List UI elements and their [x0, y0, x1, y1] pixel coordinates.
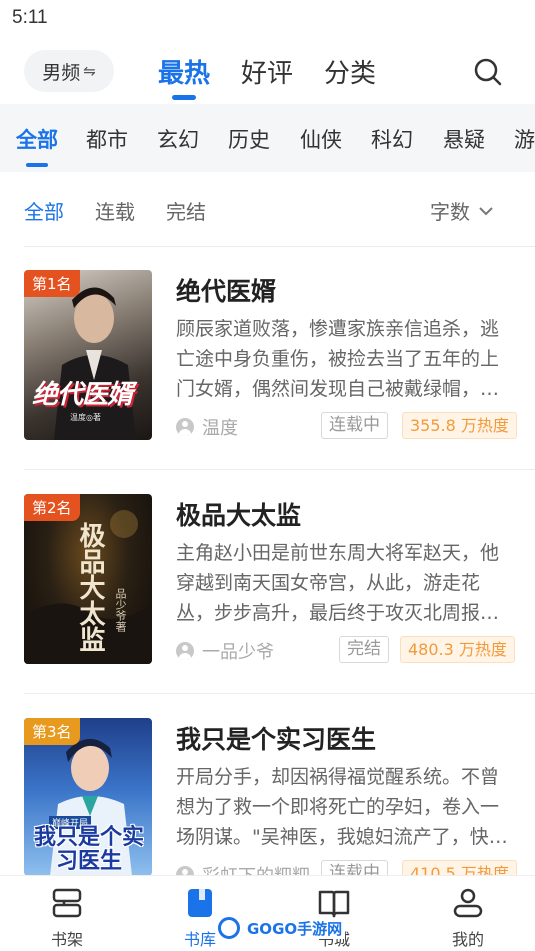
- swap-icon: ⇋: [83, 62, 96, 80]
- category-games[interactable]: 游: [514, 124, 535, 154]
- book-card[interactable]: 第2名 极品大太监 品少爷著 极品大太监 主角赵小田是前世东周大将军赵天，他穿越…: [0, 494, 535, 694]
- watermark-text: GOGO手游网: [244, 917, 346, 939]
- author-name: 一品少爷: [202, 642, 274, 663]
- book-title[interactable]: 我只是个实习医生: [176, 720, 376, 756]
- nav-profile[interactable]: 我的: [418, 876, 518, 951]
- heat-tag: 355.8 万热度: [402, 412, 517, 439]
- author-row: 一品少爷: [176, 638, 274, 664]
- category-bar: 全部 都市 玄幻 历史 仙侠 科幻 悬疑 游: [0, 104, 535, 172]
- book-cover[interactable]: 第1名 绝代医婿 温度◎著: [24, 270, 152, 440]
- gender-switch-button[interactable]: 男频 ⇋: [24, 50, 114, 92]
- book-cover[interactable]: 第2名 极品大太监 品少爷著: [24, 494, 152, 664]
- author-icon: [176, 418, 194, 436]
- filter-all[interactable]: 全部: [24, 196, 64, 225]
- status-tag: 完结: [339, 636, 389, 663]
- filter-completed[interactable]: 完结: [166, 196, 206, 225]
- book-cover[interactable]: 第3名 巅峰开局 我只是个实习医生: [24, 718, 152, 876]
- sort-dropdown[interactable]: 字数: [430, 196, 494, 225]
- top-nav: 男频 ⇋ 最热 好评 分类: [0, 40, 535, 102]
- book-title[interactable]: 绝代医婿: [176, 272, 276, 308]
- rank-badge: 第3名: [24, 718, 80, 745]
- divider: [24, 693, 535, 694]
- chevron-down-icon: [479, 206, 493, 215]
- divider: [24, 469, 535, 470]
- cover-author: 品少爷著: [114, 588, 127, 632]
- author-row: 温度: [176, 414, 238, 440]
- author-icon: [176, 642, 194, 660]
- library-icon: [188, 889, 212, 917]
- rank-badge: 第2名: [24, 494, 80, 521]
- tab-hot[interactable]: 最热: [158, 53, 210, 90]
- gender-label: 男频: [42, 61, 81, 84]
- active-category-indicator: [26, 163, 48, 167]
- watermark-logo-icon: [218, 917, 240, 939]
- nav-label: 书架: [50, 930, 83, 949]
- nav-label: 我的: [451, 930, 484, 949]
- book-card[interactable]: 第1名 绝代医婿 温度◎著 绝代医婿 顾辰家道败落，惨遭家族亲信追杀，逃亡途中身…: [0, 270, 535, 470]
- active-tab-indicator: [172, 95, 196, 100]
- nav-bookshelf[interactable]: 书架: [17, 876, 117, 951]
- cover-author: 温度◎著: [70, 413, 101, 422]
- book-description: 开局分手，却因祸得福觉醒系统。不曾想为了救一个即将死亡的孕妇，卷入一场阴谋。"吴…: [176, 766, 508, 848]
- book-title[interactable]: 极品大太监: [176, 496, 301, 532]
- tab-good-reviews[interactable]: 好评: [241, 53, 293, 90]
- cover-title: 我只是个实习医生: [33, 825, 144, 874]
- category-history[interactable]: 历史: [228, 124, 270, 154]
- category-xianxia[interactable]: 仙侠: [300, 124, 342, 154]
- cover-title: 绝代医婿: [32, 380, 133, 410]
- watermark: GOGO手游网: [218, 914, 346, 942]
- status-bar: 5:11: [0, 0, 535, 36]
- author-name: 温度: [202, 418, 238, 439]
- category-all[interactable]: 全部: [16, 124, 58, 154]
- cover-title: 极品大太监: [75, 522, 105, 652]
- category-scifi[interactable]: 科幻: [371, 124, 413, 154]
- search-icon[interactable]: [472, 56, 504, 88]
- filter-bar: 全部 连载 完结 字数: [0, 180, 535, 240]
- bookshelf-icon: [52, 888, 82, 918]
- divider: [24, 246, 535, 247]
- rank-badge: 第1名: [24, 270, 80, 297]
- tab-categories[interactable]: 分类: [324, 53, 376, 90]
- sort-label: 字数: [430, 200, 470, 224]
- profile-icon: [453, 888, 483, 918]
- category-mystery[interactable]: 悬疑: [443, 124, 485, 154]
- filter-ongoing[interactable]: 连载: [95, 196, 135, 225]
- category-urban[interactable]: 都市: [86, 124, 128, 154]
- category-fantasy[interactable]: 玄幻: [157, 124, 199, 154]
- heat-tag: 480.3 万热度: [400, 636, 515, 663]
- book-description: 主角赵小田是前世东周大将军赵天，他穿越到南天国女帝宫，从此，游走花丛，步步高升，…: [176, 542, 500, 624]
- status-time: 5:11: [12, 7, 48, 28]
- book-description: 顾辰家道败落，惨遭家族亲信追杀，逃亡途中身负重伤，被捡去当了五年的上门女婿，偶然…: [176, 318, 500, 400]
- status-tag: 连载中: [321, 412, 388, 439]
